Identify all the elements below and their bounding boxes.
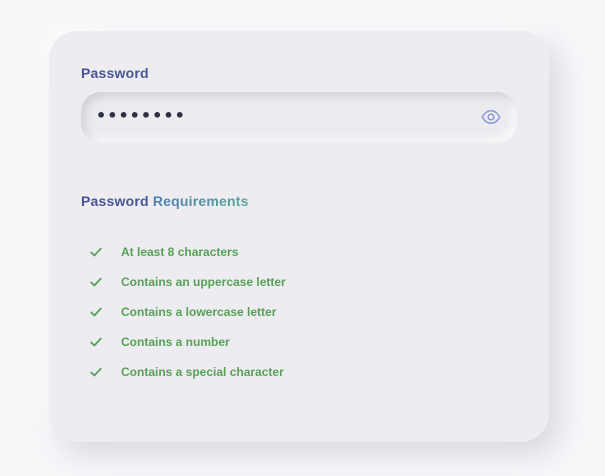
check-icon [90, 337, 102, 347]
requirement-label: Contains a special character [121, 365, 284, 379]
check-icon [90, 367, 102, 377]
requirement-item: At least 8 characters [89, 237, 286, 267]
password-card: Password •••••••• Password Requirements … [49, 31, 549, 442]
requirements-title-part1: Password [81, 193, 149, 209]
requirement-item: Contains an uppercase letter [89, 267, 286, 297]
check-icon [90, 277, 102, 287]
requirement-label: Contains a number [121, 335, 230, 349]
requirement-item: Contains a number [89, 327, 286, 357]
requirements-title: Password Requirements [81, 193, 249, 209]
eye-icon[interactable] [481, 107, 501, 127]
check-icon [90, 307, 102, 317]
password-value[interactable]: •••••••• [96, 106, 186, 126]
requirement-item: Contains a lowercase letter [89, 297, 286, 327]
requirement-label: Contains a lowercase letter [121, 305, 277, 319]
requirements-list: At least 8 characters Contains an upperc… [89, 237, 286, 387]
requirement-label: Contains an uppercase letter [121, 275, 286, 289]
requirements-title-part2: Requirements [152, 193, 249, 209]
requirement-label: At least 8 characters [121, 245, 239, 259]
password-input[interactable]: •••••••• [81, 92, 517, 143]
check-icon [90, 247, 102, 257]
requirement-item: Contains a special character [89, 357, 286, 387]
password-label: Password [81, 65, 149, 81]
